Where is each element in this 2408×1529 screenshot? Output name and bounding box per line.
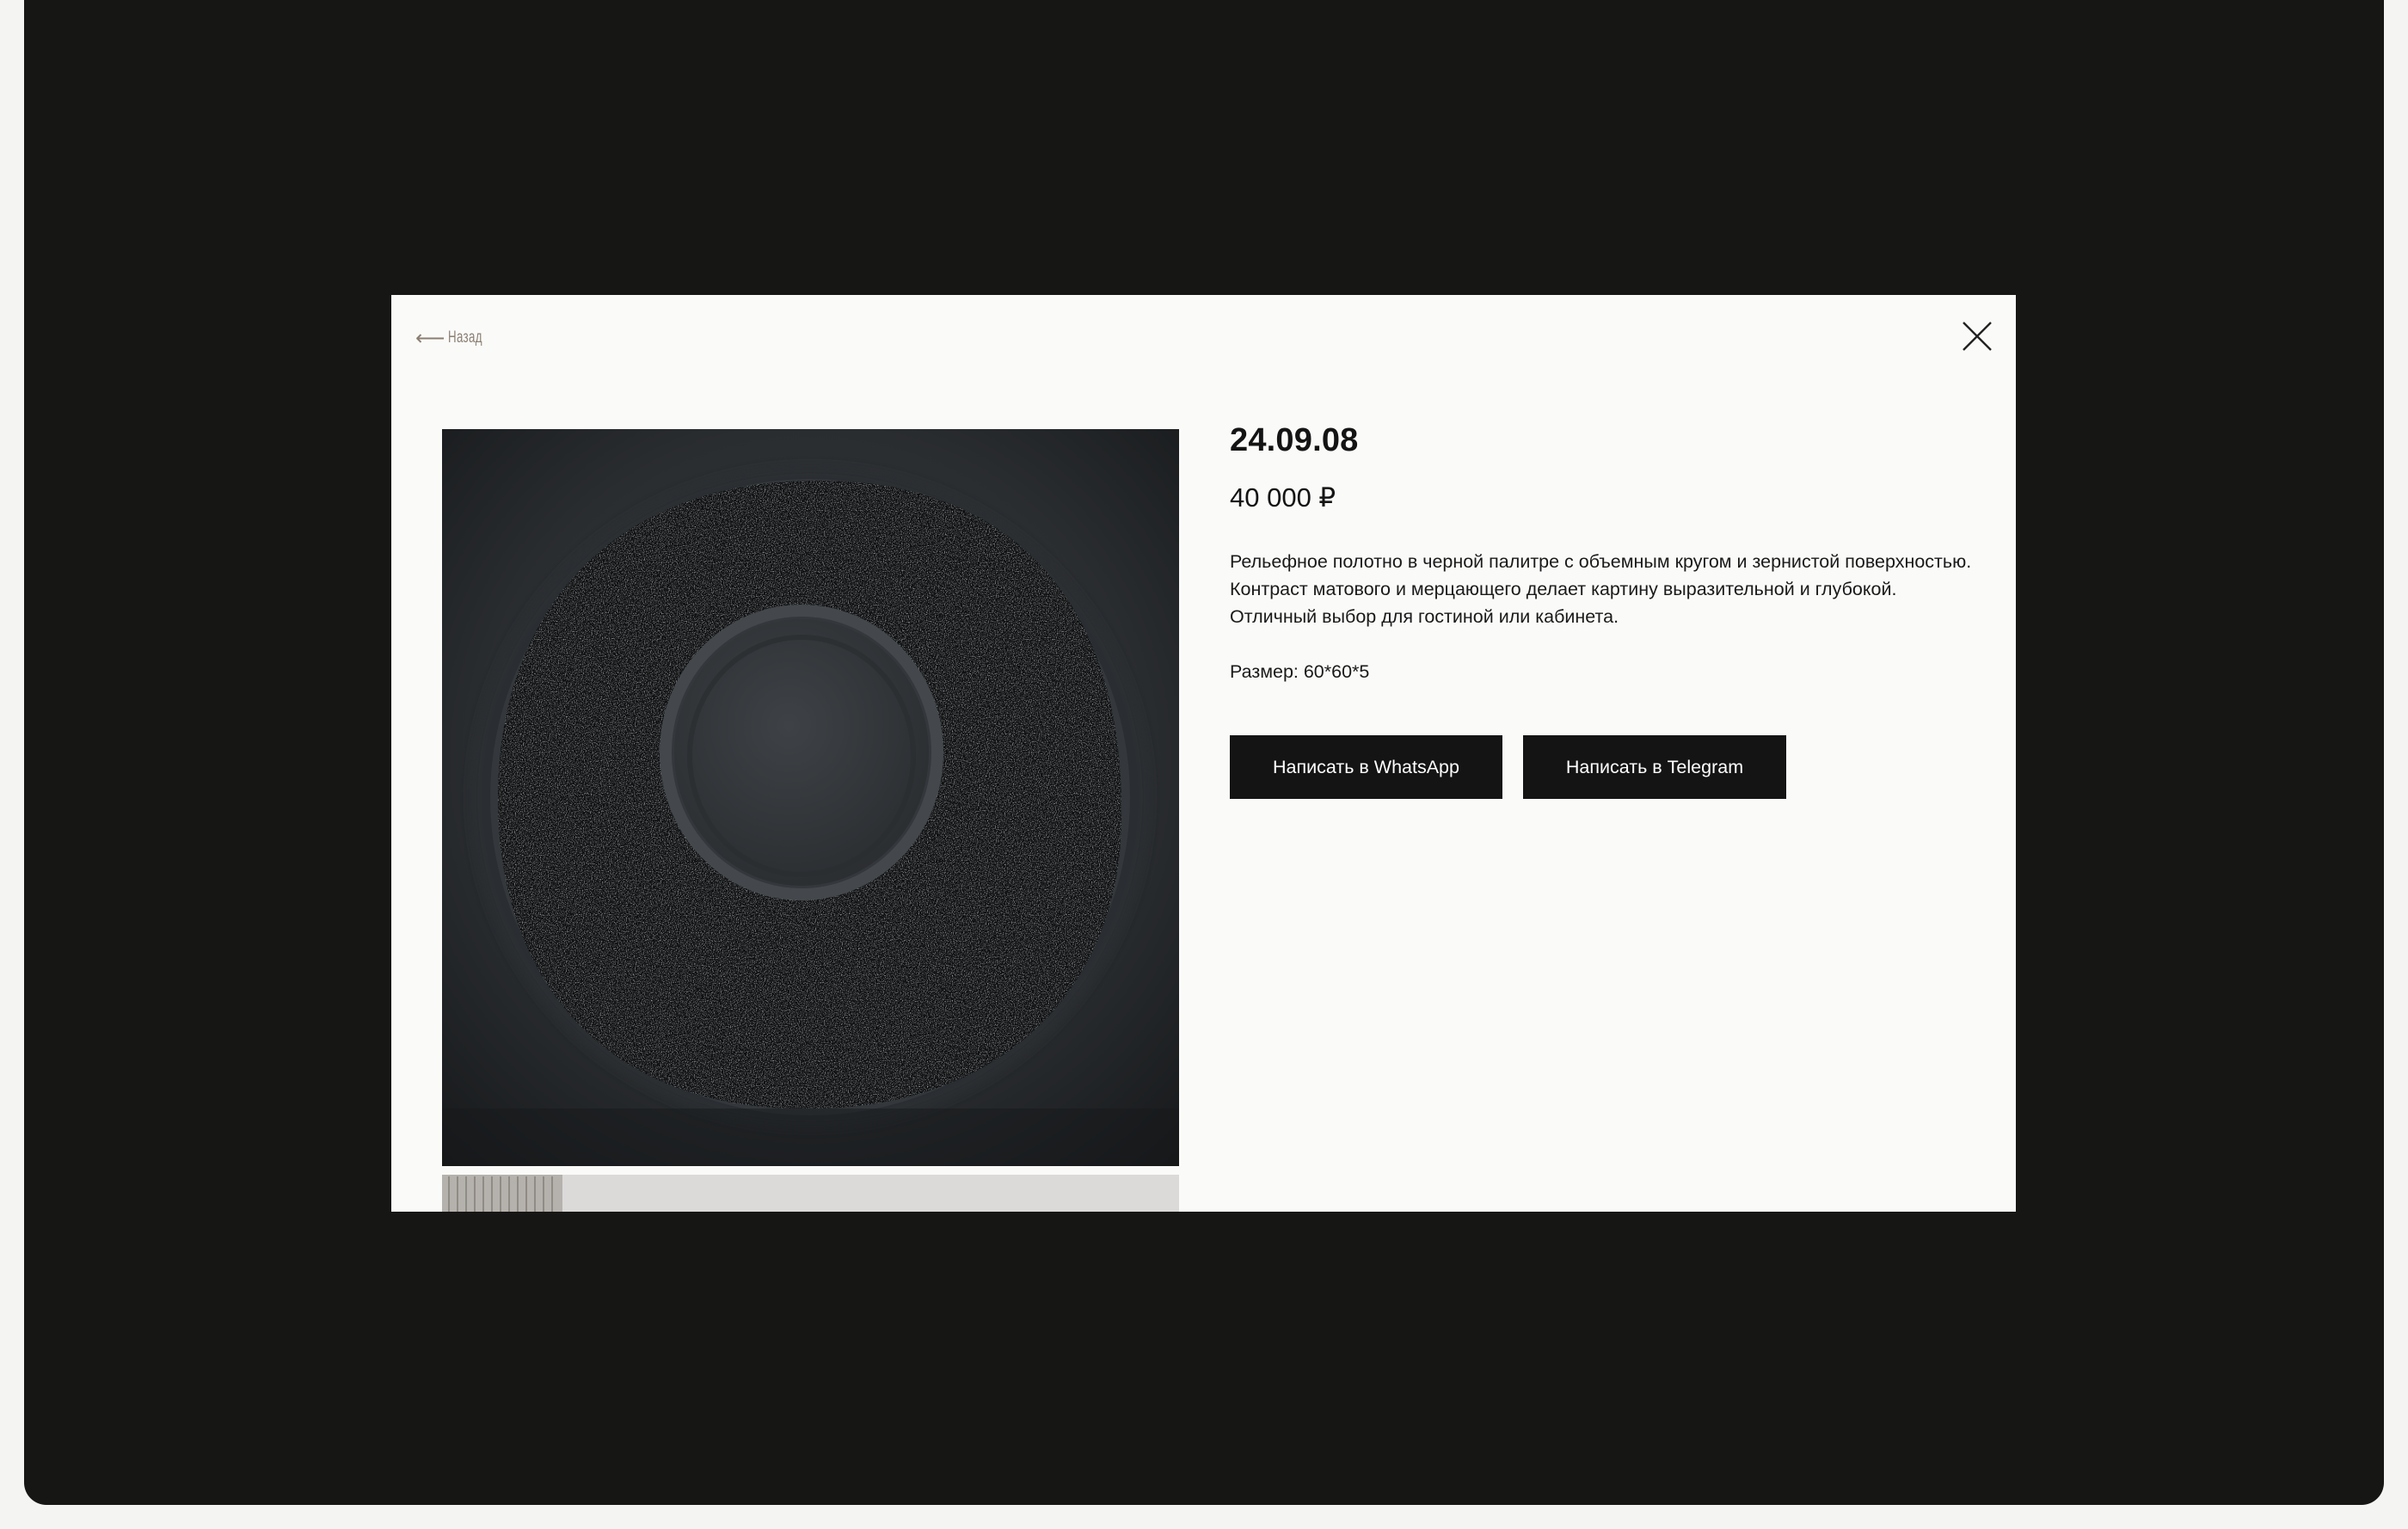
product-title: 24.09.08 [1230,422,1359,458]
back-label: Назад [448,329,483,347]
product-price: 40 000 ₽ [1230,482,1336,513]
back-link[interactable]: ⟵ Назад [415,321,497,355]
product-info: 24.09.08 40 000 ₽ Рельефное полотно в че… [1230,424,1987,685]
whatsapp-button[interactable]: Написать в WhatsApp [1230,735,1502,799]
product-size: Размер: 60*60*5 [1230,661,1370,682]
close-icon [1963,322,1992,351]
page-background: ⟵ Назад 24.09.08 40 000 ₽ Рельефное поло… [24,0,2384,1505]
artwork-image-secondary[interactable] [442,1175,1179,1212]
product-description: Рельефное полотно в черной палитре с объ… [1230,551,1972,627]
arrow-left-icon: ⟵ [415,326,445,350]
product-modal: ⟵ Назад 24.09.08 40 000 ₽ Рельефное поло… [391,295,2016,1212]
artwork-image[interactable] [442,429,1179,1166]
telegram-button[interactable]: Написать в Telegram [1523,735,1786,799]
contact-buttons: Написать в WhatsApp Написать в Telegram [1230,735,1786,799]
close-button[interactable] [1960,319,1994,353]
